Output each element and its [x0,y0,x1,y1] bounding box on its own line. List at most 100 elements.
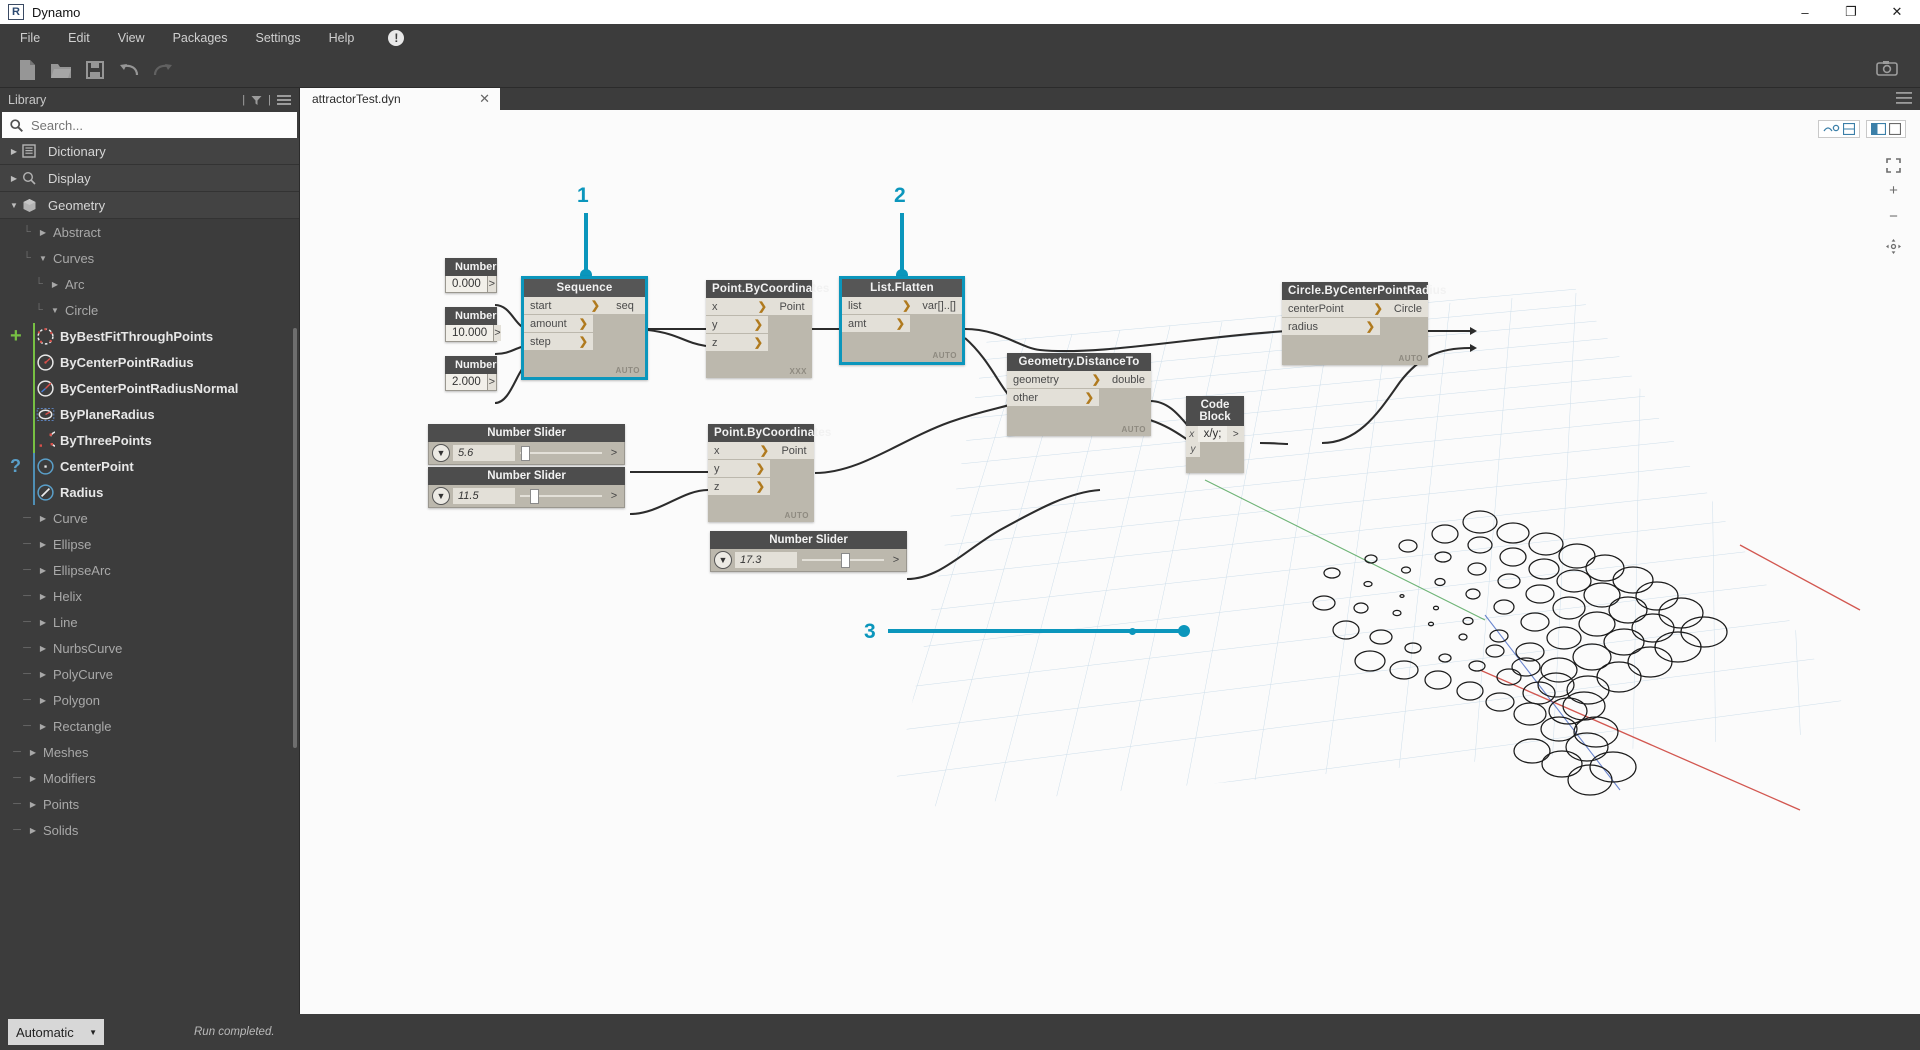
geometry-view-toggle[interactable] [1818,120,1860,138]
list-item-bythreepoints[interactable]: ByThreePoints [0,427,299,453]
input-port-y[interactable]: y ❯ [706,316,768,333]
output-port[interactable]: > [607,447,621,459]
slider-thumb[interactable] [530,488,540,504]
output-port[interactable]: > [1227,426,1244,442]
code-text[interactable]: x/y; [1197,426,1228,442]
menu-view[interactable]: View [104,26,159,50]
layout-toggle[interactable] [1866,120,1906,138]
node-circle-bycenterpointradius[interactable]: Circle.ByCenterPointRadius centerPoint ❯ … [1282,282,1446,365]
list-item-radius[interactable]: Radius [0,479,299,505]
undo-button[interactable] [112,55,146,85]
close-icon[interactable]: ✕ [479,91,490,107]
list-view-icon[interactable] [277,94,291,106]
sidebar-item-meshes[interactable]: ─ ▶ Meshes [0,739,299,765]
list-item-bycenterpointradius[interactable]: ByCenterPointRadius [0,349,299,375]
sidebar-item-ellipsearc[interactable]: ─ ▶ EllipseArc [0,557,299,583]
category-display[interactable]: ▶ Display [0,165,299,192]
output-port[interactable]: > [493,325,501,341]
menu-packages[interactable]: Packages [159,26,242,50]
camera-icon[interactable] [1876,60,1898,76]
node-point-bycoordinates-1[interactable]: Point.ByCoordinates x ❯ Point y ❯ z ❯ XX… [706,280,829,378]
output-port-point[interactable]: Point [772,298,812,315]
hamburger-icon[interactable] [1896,92,1912,105]
run-mode-select[interactable]: Automatic ▼ [8,1019,104,1045]
node-geometry-distanceto[interactable]: Geometry.DistanceTo geometry ❯ double oth… [1007,353,1151,436]
minimize-button[interactable]: – [1782,0,1828,24]
node-number-slider-1[interactable]: Number Slider ▼ 5.6 > [428,424,625,465]
close-button[interactable]: ✕ [1874,0,1920,24]
node-point-bycoordinates-2[interactable]: Point.ByCoordinates x ❯ Point y ❯ z ❯ AU… [708,424,831,522]
input-port-step[interactable]: step ❯ [524,333,593,350]
zoom-in-button[interactable]: + [1889,182,1898,199]
sidebar-item-ellipse[interactable]: ─ ▶ Ellipse [0,531,299,557]
open-file-button[interactable] [44,55,78,85]
sidebar-item-rectangle[interactable]: ─ ▶ Rectangle [0,713,299,739]
menu-settings[interactable]: Settings [241,26,314,50]
input-port-x[interactable]: x ❯ [706,298,772,315]
output-port-var[interactable]: var[]..[] [916,297,962,314]
filter-icon[interactable] [251,95,262,106]
sidebar-item-points[interactable]: ─ ▶ Points [0,791,299,817]
output-port[interactable]: > [607,490,621,502]
maximize-button[interactable]: ❐ [1828,0,1874,24]
node-number-slider-3[interactable]: Number Slider ▼ 17.3 > [710,531,907,572]
slider-thumb[interactable] [841,552,851,568]
category-geometry[interactable]: ▼ Geometry [0,192,299,219]
sidebar-item-abstract[interactable]: └ ▶ Abstract [0,219,299,245]
search-input[interactable] [31,117,289,133]
input-port-x[interactable]: x ❯ [708,442,774,459]
pan-icon[interactable] [1885,238,1902,255]
node-list-flatten[interactable]: List.Flatten list ❯ var[]..[] amt ❯ AUTO [839,276,965,365]
input-port-start[interactable]: start ❯ [524,297,605,314]
add-icon[interactable]: + [10,326,22,346]
menu-edit[interactable]: Edit [54,26,104,50]
input-port-list[interactable]: list ❯ [842,297,917,314]
sidebar-item-arc[interactable]: └ ▶ Arc [0,271,299,297]
input-port-geometry[interactable]: geometry ❯ [1007,371,1106,388]
sidebar-item-circle[interactable]: └ ▼ Circle [0,297,299,323]
slider-value[interactable]: 5.6 [453,445,515,461]
node-number-2[interactable]: Number 10.000 > [445,307,501,342]
sidebar-item-modifiers[interactable]: ─ ▶ Modifiers [0,765,299,791]
output-port[interactable]: > [486,374,496,390]
input-port-amount[interactable]: amount ❯ [524,315,593,332]
new-file-button[interactable] [10,55,44,85]
slider-value[interactable]: 11.5 [453,488,515,504]
tab-attractortest[interactable]: attractorTest.dyn ✕ [300,88,500,110]
input-port-radius[interactable]: radius ❯ [1282,318,1380,335]
sidebar-item-nurbscurve[interactable]: ─ ▶ NurbsCurve [0,635,299,661]
slider-thumb[interactable] [520,445,530,461]
slider-track[interactable] [800,552,886,568]
menu-help[interactable]: Help [315,26,369,50]
input-port-other[interactable]: other ❯ [1007,389,1099,406]
input-port-x[interactable]: x [1186,426,1198,442]
output-port[interactable]: > [486,276,496,292]
slider-track[interactable] [518,488,604,504]
list-item-byplaneradius[interactable]: ByPlaneRadius [0,401,299,427]
help-icon[interactable]: ? [10,457,21,475]
graph-canvas[interactable]: 1 2 3 Number 0.000 > Number 10.000 > Num… [300,110,1920,1014]
sidebar-item-curve[interactable]: ─ ▶ Curve [0,505,299,531]
list-item-bycenterpointradiusnormal[interactable]: ByCenterPointRadiusNormal [0,375,299,401]
redo-button[interactable] [146,55,180,85]
node-number-1[interactable]: Number 0.000 > [445,258,497,293]
node-number-slider-2[interactable]: Number Slider ▼ 11.5 > [428,467,625,508]
input-port-z[interactable]: z ❯ [708,478,770,495]
category-dictionary[interactable]: ▶ Dictionary [0,138,299,165]
output-port-double[interactable]: double [1105,371,1151,388]
zoom-out-button[interactable]: − [1889,208,1898,225]
list-item-bybestfitthroughpoints[interactable]: + ByBestFitThroughPoints [0,323,299,349]
list-item-centerpoint[interactable]: ? CenterPoint [0,453,299,479]
node-code-block[interactable]: Code Block x x/y; > y [1186,396,1244,473]
chevron-down-icon[interactable]: ▼ [432,487,450,505]
sidebar-item-polygon[interactable]: ─ ▶ Polygon [0,687,299,713]
input-port-y[interactable]: y [1186,442,1200,457]
output-port-seq[interactable]: seq [605,297,645,314]
node-sequence[interactable]: Sequence start ❯ seq amount ❯ step ❯ AUT… [521,276,648,380]
input-port-amt[interactable]: amt ❯ [842,315,910,332]
number-input[interactable]: 0.000 [446,276,487,292]
save-file-button[interactable] [78,55,112,85]
search-bar[interactable] [2,112,297,138]
chevron-down-icon[interactable]: ▼ [714,551,732,569]
number-input[interactable]: 2.000 [446,374,487,390]
